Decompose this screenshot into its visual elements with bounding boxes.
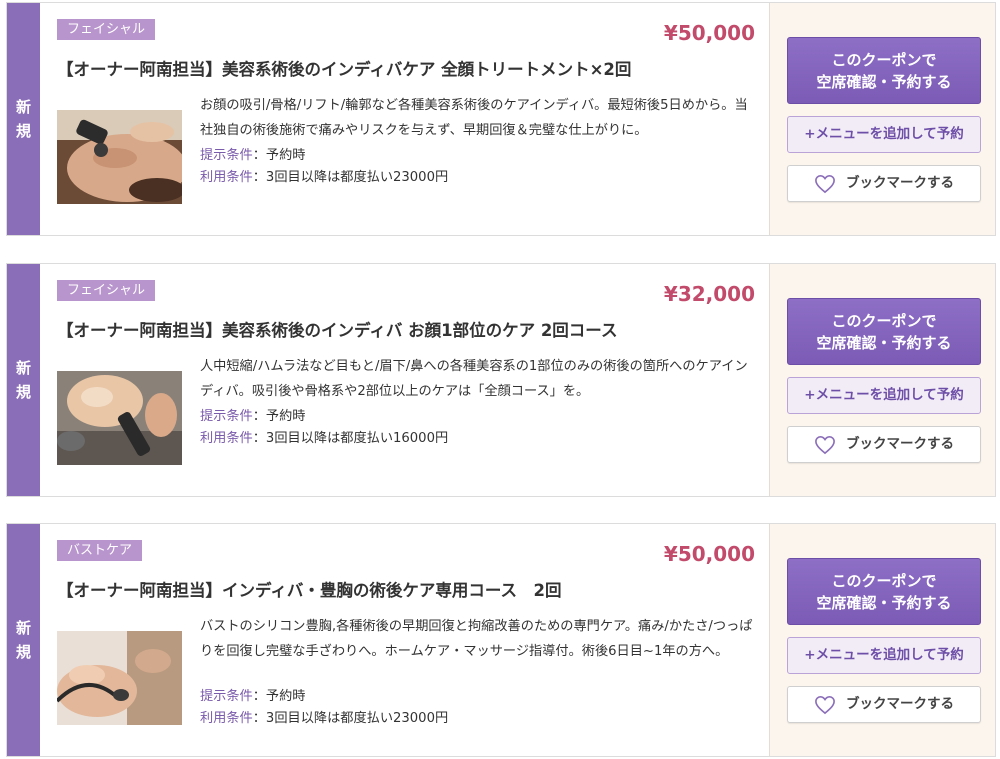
coupon-description: 人中短縮/ハムラ法など目もと/眉下/鼻への各種美容系の1部位のみの術後の箇所への… — [200, 359, 748, 399]
add-menu-reserve-button[interactable]: +メニューを追加して予約 — [787, 116, 981, 153]
reserve-button-line2: 空席確認・予約する — [816, 333, 952, 352]
heart-outline-icon — [815, 435, 835, 454]
coupon-actions: このクーポンで 空席確認・予約する +メニューを追加して予約 ブックマークする — [769, 524, 995, 756]
reserve-with-coupon-button[interactable]: このクーポンで 空席確認・予約する — [787, 298, 981, 365]
coupon-price: ¥50,000 — [663, 542, 755, 566]
coupon-main: フェイシャル ¥50,000 【オーナー阿南担当】美容系術後のインディバケア 全… — [40, 3, 769, 235]
category-tag: フェイシャル — [57, 280, 156, 301]
add-menu-reserve-button[interactable]: +メニューを追加して予約 — [787, 637, 981, 674]
usage-condition-value: ：3回目以降は都度払い16000円 — [252, 431, 449, 446]
bookmark-label: ブックマークする — [846, 696, 954, 712]
usage-condition: 利用条件：3回目以降は都度払い16000円 — [200, 428, 756, 450]
coupon-actions: このクーポンで 空席確認・予約する +メニューを追加して予約 ブックマークする — [769, 264, 995, 496]
category-tag: バストケア — [57, 540, 143, 561]
coupon-card: 新規 フェイシャル ¥32,000 【オーナー阿南担当】美容系術後のインディバ … — [6, 263, 996, 497]
present-condition: 提示条件：予約時 — [200, 686, 756, 708]
coupon-description: バストのシリコン豊胸,各種術後の早期回復と拘縮改善のための専門ケア。痛み/かたさ… — [200, 619, 753, 659]
present-condition-label: 提示条件 — [200, 148, 253, 163]
coupon-conditions: 提示条件：予約時 利用条件：3回目以降は都度払い23000円 — [200, 686, 756, 730]
coupon-actions: このクーポンで 空席確認・予約する +メニューを追加して予約 ブックマークする — [769, 3, 995, 235]
coupon-card: 新規 フェイシャル ¥50,000 【オーナー阿南担当】美容系術後のインディバケ… — [6, 2, 996, 236]
heart-outline-icon — [815, 695, 835, 714]
coupon-description: お顔の吸引/骨格/リフト/輪郭など各種美容系術後のケアインディバ。最短術後5日め… — [200, 98, 748, 138]
coupon-title[interactable]: 【オーナー阿南担当】美容系術後のインディバ お顔1部位のケア 2回コース — [57, 318, 757, 344]
present-condition-value: ：予約時 — [252, 148, 306, 163]
present-condition: 提示条件：予約時 — [200, 406, 756, 428]
present-condition-value: ：予約時 — [252, 409, 306, 424]
new-badge: 新規 — [7, 3, 40, 235]
bookmark-button[interactable]: ブックマークする — [787, 165, 981, 202]
reserve-button-line2: 空席確認・予約する — [816, 72, 952, 91]
usage-condition-label: 利用条件 — [200, 711, 253, 726]
reserve-button-line1: このクーポンで — [831, 311, 937, 330]
present-condition-value: ：予約時 — [252, 689, 306, 704]
usage-condition-value: ：3回目以降は都度払い23000円 — [252, 170, 449, 185]
add-menu-reserve-button[interactable]: +メニューを追加して予約 — [787, 377, 981, 414]
coupon-price: ¥32,000 — [663, 282, 755, 306]
reserve-button-line2: 空席確認・予約する — [816, 593, 952, 612]
present-condition: 提示条件：予約時 — [200, 145, 756, 167]
usage-condition: 利用条件：3回目以降は都度払い23000円 — [200, 708, 756, 730]
coupon-conditions: 提示条件：予約時 利用条件：3回目以降は都度払い16000円 — [200, 406, 756, 450]
bookmark-button[interactable]: ブックマークする — [787, 426, 981, 463]
reserve-with-coupon-button[interactable]: このクーポンで 空席確認・予約する — [787, 37, 981, 104]
bookmark-label: ブックマークする — [846, 436, 954, 452]
coupon-price: ¥50,000 — [663, 21, 755, 45]
new-badge-label: 新規 — [15, 98, 31, 140]
coupon-photo — [57, 631, 182, 725]
coupon-conditions: 提示条件：予約時 利用条件：3回目以降は都度払い23000円 — [200, 145, 756, 189]
usage-condition-value: ：3回目以降は都度払い23000円 — [252, 711, 449, 726]
coupon-photo — [57, 110, 182, 204]
reserve-button-line1: このクーポンで — [831, 50, 937, 69]
reserve-with-coupon-button[interactable]: このクーポンで 空席確認・予約する — [787, 558, 981, 625]
present-condition-label: 提示条件 — [200, 409, 253, 424]
coupon-main: フェイシャル ¥32,000 【オーナー阿南担当】美容系術後のインディバ お顔1… — [40, 264, 769, 496]
reserve-button-line1: このクーポンで — [831, 571, 937, 590]
new-badge: 新規 — [7, 264, 40, 496]
coupon-card: 新規 バストケア ¥50,000 【オーナー阿南担当】インディバ・豊胸の術後ケア… — [6, 523, 996, 757]
usage-condition: 利用条件：3回目以降は都度払い23000円 — [200, 167, 756, 189]
usage-condition-label: 利用条件 — [200, 170, 253, 185]
coupon-title[interactable]: 【オーナー阿南担当】インディバ・豊胸の術後ケア専用コース 2回 — [57, 578, 757, 604]
new-badge-label: 新規 — [15, 619, 31, 661]
coupon-main: バストケア ¥50,000 【オーナー阿南担当】インディバ・豊胸の術後ケア専用コ… — [40, 524, 769, 756]
heart-outline-icon — [815, 174, 835, 193]
new-badge-label: 新規 — [15, 359, 31, 401]
coupon-title[interactable]: 【オーナー阿南担当】美容系術後のインディバケア 全顔トリートメント×2回 — [57, 57, 757, 83]
new-badge: 新規 — [7, 524, 40, 756]
bookmark-button[interactable]: ブックマークする — [787, 686, 981, 723]
category-tag: フェイシャル — [57, 19, 156, 40]
coupon-photo — [57, 371, 182, 465]
bookmark-label: ブックマークする — [846, 175, 954, 191]
present-condition-label: 提示条件 — [200, 689, 253, 704]
usage-condition-label: 利用条件 — [200, 431, 253, 446]
